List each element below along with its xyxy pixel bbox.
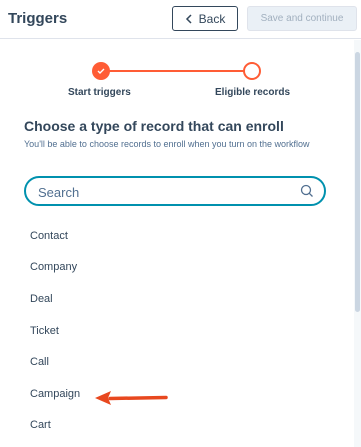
- scrollbar-thumb[interactable]: [355, 52, 360, 312]
- header-bar: Triggers Back Save and continue: [0, 0, 361, 39]
- step-complete-indicator: [92, 62, 110, 80]
- progress-stepper: Start triggers Eligible records: [0, 55, 352, 105]
- record-type-campaign[interactable]: Campaign: [30, 388, 80, 400]
- back-button-label: Back: [198, 11, 226, 26]
- step-incomplete-indicator: [243, 62, 261, 80]
- record-type-deal[interactable]: Deal: [30, 293, 53, 305]
- search-icon[interactable]: [300, 184, 314, 198]
- record-type-contact[interactable]: Contact: [30, 230, 68, 242]
- page-title: Triggers: [8, 10, 68, 27]
- step-label-start-triggers: Start triggers: [68, 87, 131, 98]
- checkmark-icon: [97, 68, 105, 74]
- record-type-ticket[interactable]: Ticket: [30, 325, 59, 337]
- record-type-call[interactable]: Call: [30, 356, 49, 368]
- chevron-left-icon: [185, 13, 192, 24]
- stepper-line: [108, 70, 244, 72]
- annotation-arrow-icon: [95, 391, 168, 405]
- save-and-continue-button[interactable]: Save and continue: [247, 6, 357, 31]
- record-type-company[interactable]: Company: [30, 261, 77, 273]
- search-input[interactable]: [38, 183, 288, 201]
- record-type-cart[interactable]: Cart: [30, 419, 51, 431]
- step-label-eligible-records: Eligible records: [215, 87, 291, 98]
- section-heading: Choose a type of record that can enroll: [24, 118, 284, 134]
- section-description: You'll be able to choose records to enro…: [24, 139, 310, 149]
- back-button[interactable]: Back: [172, 6, 238, 31]
- search-box[interactable]: [24, 176, 326, 206]
